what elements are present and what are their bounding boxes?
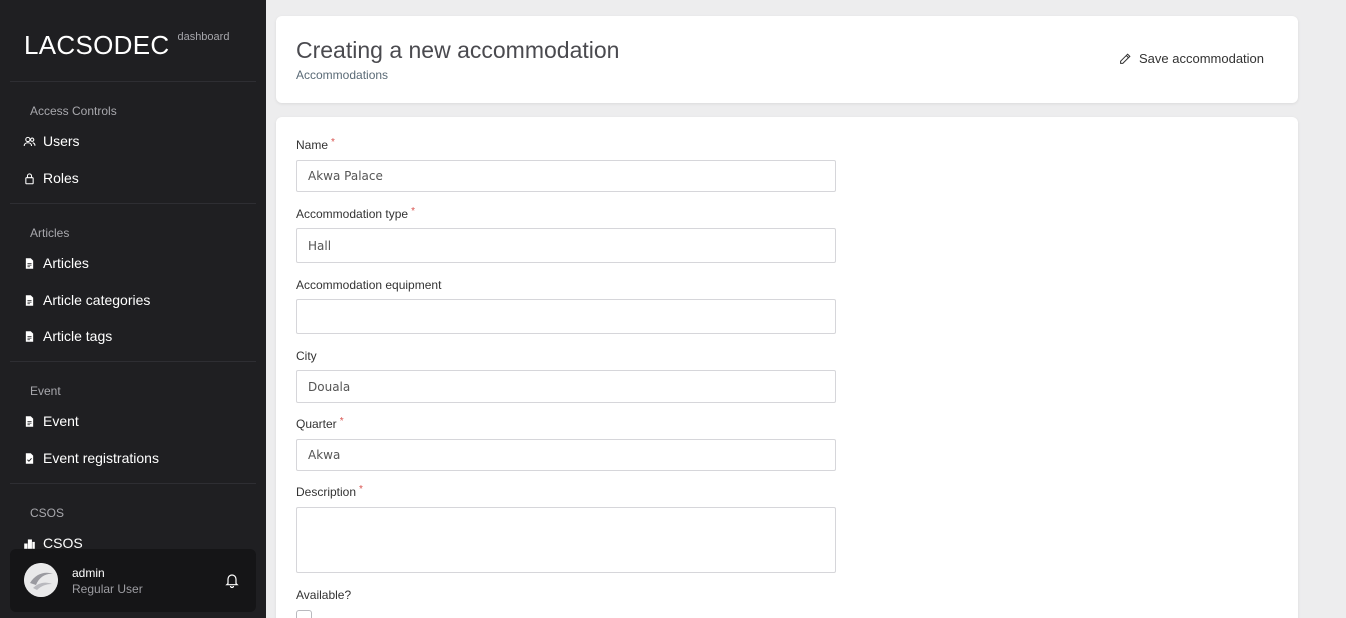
- document-icon: [22, 414, 36, 428]
- accommodation-type-label-text: Accommodation type: [296, 207, 409, 221]
- accommodation-form: Name * Akwa Palace Accommodation type * Ha…: [276, 117, 1298, 618]
- sidebar-divider: [10, 81, 256, 82]
- user-name: admin: [72, 566, 105, 580]
- name-field[interactable]: Akwa Palace: [296, 160, 836, 192]
- sidebar-item-label: Article categories: [43, 292, 151, 308]
- user-card[interactable]: admin Regular User: [10, 549, 256, 612]
- quarter-label-text: Quarter: [296, 417, 337, 431]
- sidebar-item-event[interactable]: Event: [22, 409, 252, 433]
- pencil-icon: [1120, 52, 1131, 64]
- brand-subtitle: dashboard: [177, 31, 230, 43]
- bell-icon[interactable]: [224, 572, 240, 589]
- save-accommodation-button[interactable]: Save accommodation: [1118, 51, 1264, 66]
- brand-logo[interactable]: LACSODEC dashboard: [24, 30, 229, 61]
- page-title: Creating a new accommodation: [296, 37, 620, 63]
- sidebar-divider: [10, 361, 256, 362]
- document-icon: [22, 256, 36, 270]
- city-field[interactable]: Douala: [296, 370, 836, 403]
- sidebar-item-article-categories[interactable]: Article categories: [22, 288, 252, 312]
- name-label: Name *: [296, 137, 335, 152]
- sidebar-divider: [10, 203, 256, 204]
- user-role: Regular User: [72, 582, 143, 596]
- page-header: Creating a new accommodation Accommodati…: [276, 16, 1298, 103]
- users-icon: [22, 134, 36, 148]
- avatar[interactable]: [24, 563, 58, 597]
- sidebar-item-label: Users: [43, 133, 80, 149]
- description-label: Description *: [296, 484, 363, 499]
- section-title-csos: CSOS: [30, 506, 65, 520]
- required-mark: *: [331, 137, 335, 148]
- required-mark: *: [359, 484, 363, 495]
- section-title-articles: Articles: [30, 226, 70, 240]
- sidebar-item-event-registrations[interactable]: Event registrations: [22, 446, 252, 470]
- sidebar-item-label: Event: [43, 413, 79, 429]
- sidebar-item-articles[interactable]: Articles: [22, 251, 252, 275]
- accommodation-equipment-label: Accommodation equipment: [296, 278, 442, 292]
- sidebar-divider: [10, 483, 256, 484]
- breadcrumb[interactable]: Accommodations: [296, 68, 388, 82]
- document-check-icon: [22, 451, 36, 465]
- accommodation-type-label: Accommodation type *: [296, 206, 415, 221]
- sidebar-item-label: Event registrations: [43, 450, 159, 466]
- description-textarea[interactable]: [296, 507, 836, 573]
- description-label-text: Description: [296, 485, 357, 499]
- sidebar-item-roles[interactable]: Roles: [22, 166, 252, 190]
- quarter-label: Quarter *: [296, 416, 344, 431]
- accommodation-equipment-select[interactable]: [296, 299, 836, 334]
- document-icon: [22, 329, 36, 343]
- sidebar-item-users[interactable]: Users: [22, 129, 252, 153]
- building-icon: [22, 536, 36, 550]
- section-title-access-controls: Access Controls: [30, 104, 117, 118]
- quarter-field[interactable]: Akwa: [296, 439, 836, 471]
- name-label-text: Name: [296, 138, 329, 152]
- sidebar-item-article-tags[interactable]: Article tags: [22, 324, 252, 348]
- document-icon: [22, 293, 36, 307]
- sidebar-item-label: Roles: [43, 170, 79, 186]
- accommodation-type-select[interactable]: Hall: [296, 228, 836, 263]
- section-title-event: Event: [30, 384, 61, 398]
- sidebar-item-label: Article tags: [43, 328, 113, 344]
- sidebar: LACSODEC dashboard Access Controls Users…: [0, 0, 266, 618]
- available-checkbox[interactable]: [296, 610, 312, 618]
- required-mark: *: [411, 206, 415, 217]
- available-label: Available?: [296, 588, 352, 602]
- save-button-label: Save accommodation: [1139, 51, 1265, 66]
- city-label: City: [296, 349, 317, 363]
- lock-icon: [22, 171, 36, 185]
- sidebar-item-label: Articles: [43, 255, 89, 271]
- required-mark: *: [339, 416, 344, 427]
- brand-name: LACSODEC: [24, 30, 170, 60]
